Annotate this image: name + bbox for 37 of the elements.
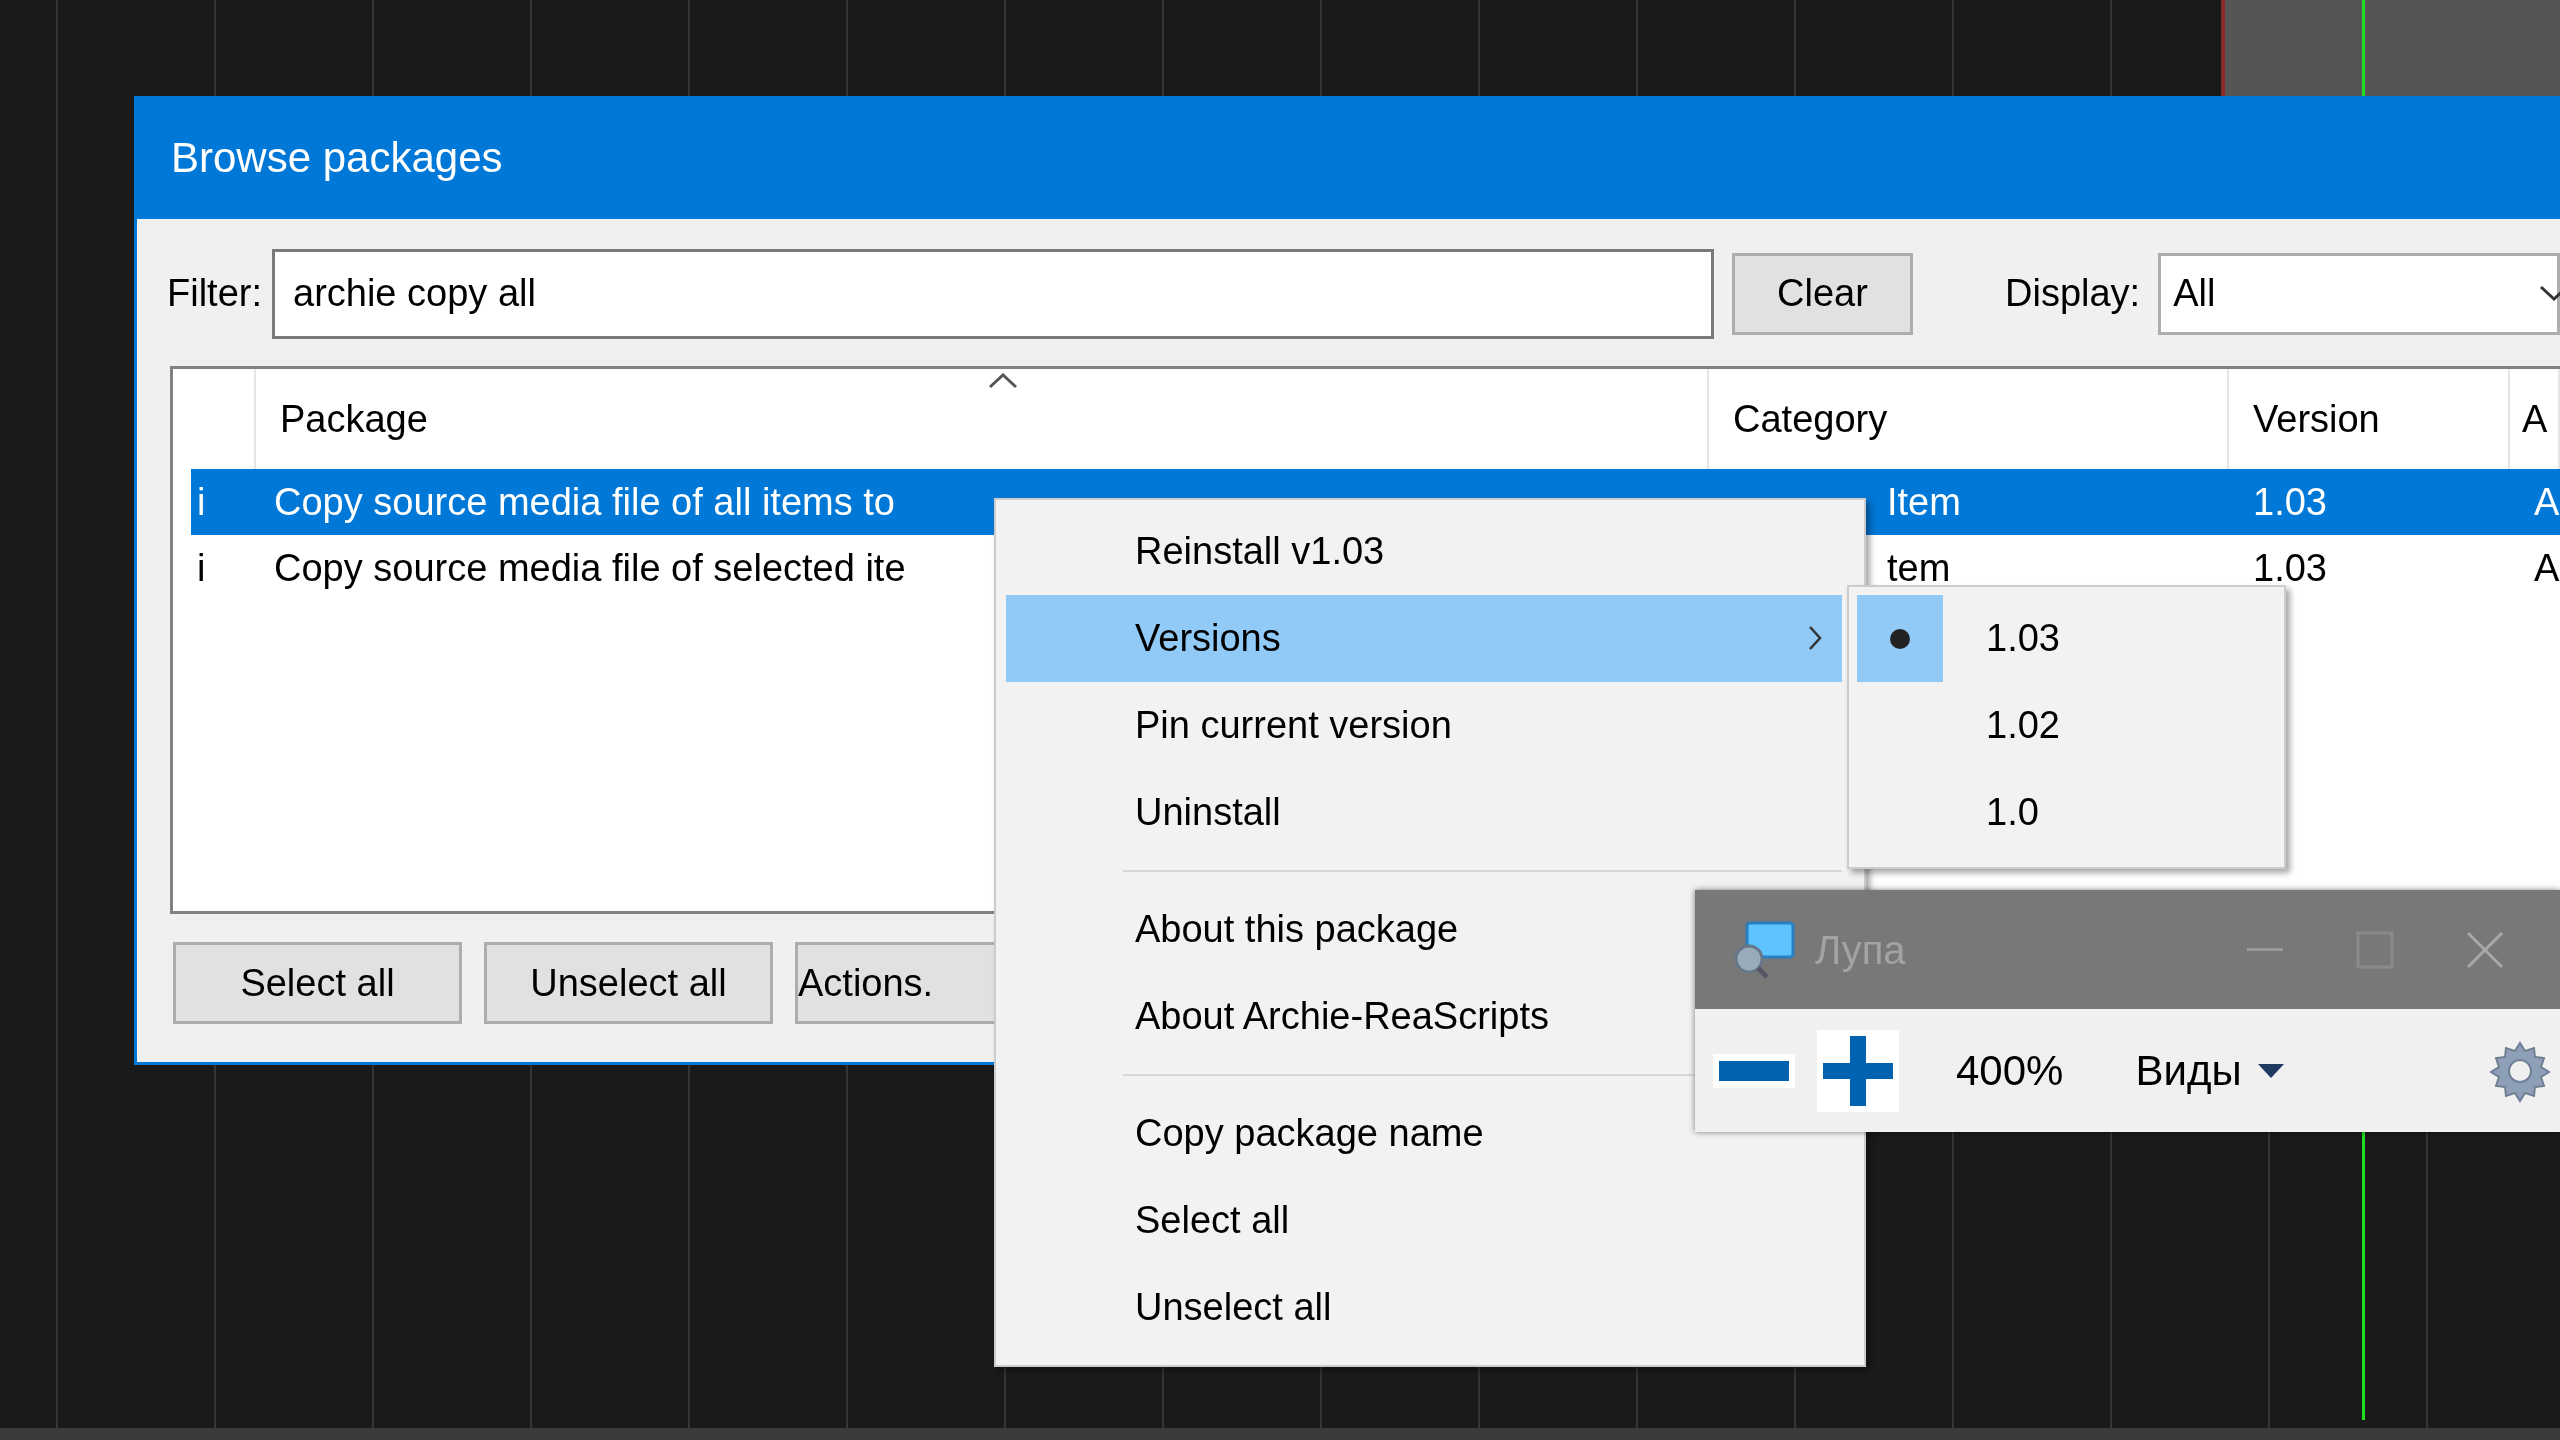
menu-item[interactable]: Pin current version [1006,682,1842,769]
table-cell: Copy source media file of all items to [274,480,895,523]
zoom-in-button[interactable] [1817,1029,1899,1112]
zoom-out-button[interactable] [1713,1053,1795,1088]
menu-item[interactable]: Uninstall [1006,769,1842,856]
views-dropdown[interactable]: Виды [2135,1039,2284,1102]
table-cell: i [197,546,206,589]
table-cell: 1.03 [2253,480,2327,523]
close-icon[interactable] [2465,929,2505,970]
table-cell: i [197,480,206,523]
version-menu-item[interactable]: 1.0 [1986,784,2039,841]
version-menu-item[interactable]: 1.02 [1986,697,2060,754]
menu-item[interactable]: Select all [1006,1177,1842,1264]
clear-button[interactable]: Clear [1732,252,1913,335]
display-dropdown[interactable]: All [2158,252,2560,335]
menu-item[interactable]: Reinstall v1.03 [1006,508,1842,595]
list-button[interactable]: Select all [173,942,462,1024]
table-cell: Item [1887,480,1961,523]
menu-item[interactable]: Versions [1006,595,1842,682]
table-cell: Copy source media file of selected ite [274,546,906,589]
plus-icon [1823,1035,1893,1106]
caret-down-icon [2257,1063,2284,1078]
table-cell: A [2534,480,2560,523]
table-cell: A [2534,546,2560,589]
chevron-down-icon [2539,284,2560,303]
minus-icon [1719,1059,1789,1082]
filter-label: Filter: [167,271,262,316]
window-title: Browse packages [137,96,2560,219]
menu-item[interactable]: Unselect all [1006,1264,1842,1351]
filter-field[interactable]: archie copy all [272,248,1714,339]
zoom-level: 400% [1956,1046,2064,1096]
display-label: Display: [2005,271,2141,316]
sort-icon[interactable] [988,373,1018,389]
version-menu-item[interactable]: 1.03 [1986,610,2060,667]
table-cell: 1.03 [2253,546,2327,589]
list-button[interactable]: Unselect all [484,942,773,1024]
table-cell: tem [1887,546,1951,589]
